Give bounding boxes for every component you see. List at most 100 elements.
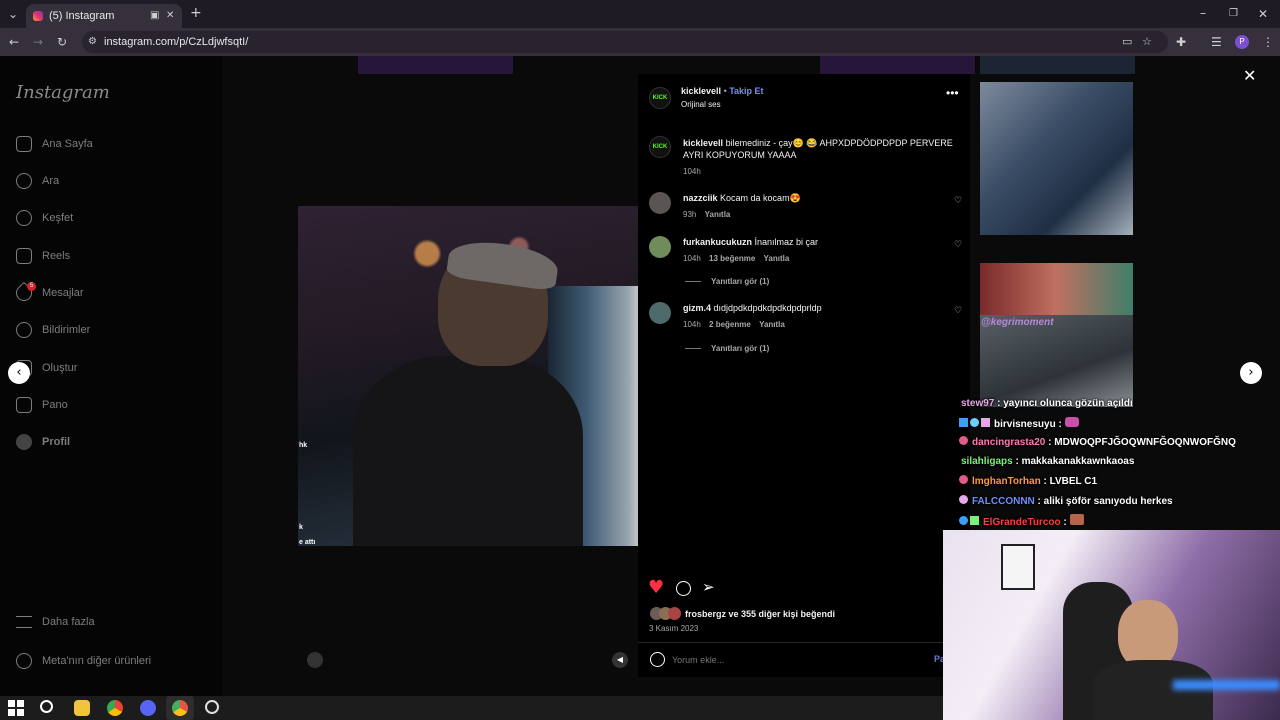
mute-icon[interactable]: ◀: [612, 652, 628, 668]
comment-text: İnanılmaz bi çar: [754, 237, 819, 247]
reading-list-icon[interactable]: ☰: [1211, 36, 1222, 48]
comment-likes[interactable]: 13 beğenme: [709, 254, 755, 263]
emoji-icon[interactable]: [650, 652, 665, 667]
search-icon: [16, 173, 32, 189]
menu-icon[interactable]: ⋮: [1262, 36, 1274, 48]
taskbar: [0, 696, 943, 720]
back-icon[interactable]: ←: [9, 36, 19, 48]
search-icon[interactable]: [40, 700, 53, 713]
sidebar-item-meta[interactable]: Meta'nın diğer ürünleri: [16, 653, 151, 669]
author-avatar[interactable]: KICK: [649, 87, 671, 109]
related-post-thumbnail[interactable]: [980, 263, 1133, 315]
sidebar-item-notifications[interactable]: Bildirimler: [16, 322, 90, 338]
discord-icon[interactable]: [140, 700, 156, 716]
sidebar-item-label: Daha fazla: [42, 616, 95, 628]
reply-button[interactable]: Yanıtla: [705, 210, 731, 219]
sidebar-item-more[interactable]: Daha fazla: [16, 616, 95, 628]
sidebar-item-dashboard[interactable]: Pano: [16, 397, 68, 413]
post-video[interactable]: hk k e attı: [298, 206, 638, 546]
profile-avatar[interactable]: P: [1235, 35, 1249, 49]
chat-badge-icon: [981, 418, 990, 427]
comment-input[interactable]: [672, 651, 922, 669]
author-avatar[interactable]: KICK: [649, 136, 671, 158]
chat-message: : yayıncı olunca gözün açıldı: [994, 398, 1133, 409]
tab-list-icon[interactable]: ⌄: [8, 8, 18, 20]
sidebar-item-label: Ara: [42, 175, 60, 187]
comment-like-icon[interactable]: ♡: [954, 196, 962, 206]
sidebar-item-reels[interactable]: Reels: [16, 248, 70, 264]
restore-icon[interactable]: ❐: [1229, 8, 1238, 20]
media-icon[interactable]: ▣: [150, 10, 159, 22]
chat-message: : MDWOQPFJĞOQWNFĞOQNWOFĞNQ: [1045, 437, 1236, 448]
minimize-icon[interactable]: –: [1200, 7, 1206, 19]
forward-icon[interactable]: →: [33, 36, 43, 48]
liked-by-avatars[interactable]: [650, 607, 682, 620]
browser-tab[interactable]: (5) Instagram ▣ ✕: [26, 4, 182, 28]
previous-post-button[interactable]: ‹: [8, 362, 30, 384]
comment-username[interactable]: gizm.4: [683, 303, 711, 313]
chat-message: :: [1055, 419, 1065, 430]
sidebar-item-explore[interactable]: Keşfet: [16, 210, 73, 226]
comment-icon[interactable]: [676, 581, 691, 596]
author-username[interactable]: kicklevell: [681, 86, 721, 96]
poster-image: [1001, 544, 1035, 590]
chat-message: : makkakanakkawnkaoas: [1012, 456, 1135, 467]
commenter-avatar[interactable]: [649, 302, 671, 324]
obs-icon[interactable]: [205, 700, 219, 714]
person-image: [353, 356, 583, 546]
commenter-avatar[interactable]: [649, 192, 671, 214]
url-text: instagram.com/p/CzLdjwfsqtI/: [104, 36, 249, 48]
grid-thumbnail: [820, 56, 975, 74]
cast-icon[interactable]: ▭: [1122, 36, 1132, 48]
tagged-users-icon[interactable]: [307, 652, 323, 668]
related-post-thumbnail[interactable]: @kegrimoment: [980, 315, 1133, 407]
caption-username[interactable]: kicklevell: [683, 138, 723, 148]
tab-close-icon[interactable]: ✕: [166, 10, 174, 22]
extensions-icon[interactable]: ✚: [1176, 36, 1186, 48]
audio-label[interactable]: Orijinal ses: [681, 100, 721, 109]
liked-by-text[interactable]: frosbergz ve 355 diğer kişi beğendi: [685, 609, 835, 619]
sidebar-item-label: Ana Sayfa: [42, 138, 93, 150]
comment-username[interactable]: nazzciik: [683, 193, 718, 203]
sidebar-item-home[interactable]: Ana Sayfa: [16, 136, 93, 152]
comment-like-icon[interactable]: ♡: [954, 306, 962, 316]
reload-icon[interactable]: ↻: [57, 36, 67, 48]
view-replies-button[interactable]: Yanıtları gör (1): [711, 277, 769, 286]
grid-thumbnail: [980, 56, 1135, 74]
sidebar-item-profile[interactable]: Profil: [16, 434, 70, 450]
more-options-icon[interactable]: •••: [946, 86, 959, 100]
sidebar-item-label: Oluştur: [42, 362, 78, 374]
comment-text: Kocam da kocam😍: [720, 193, 801, 203]
caption-time: 104h: [683, 167, 701, 176]
view-replies-button[interactable]: Yanıtları gör (1): [711, 344, 769, 353]
comment-username[interactable]: furkankucukuzn: [683, 237, 752, 247]
address-bar[interactable]: ⚙ instagram.com/p/CzLdjwfsqtI/ ▭ ☆: [82, 31, 1168, 53]
browser-toolbar: ← → ↻ ⚙ instagram.com/p/CzLdjwfsqtI/ ▭ ☆…: [0, 28, 1280, 56]
chrome-icon[interactable]: [107, 700, 123, 716]
bookmark-star-icon[interactable]: ☆: [1142, 36, 1152, 48]
follow-button[interactable]: Takip Et: [729, 86, 763, 96]
related-post-thumbnail[interactable]: [980, 82, 1133, 235]
comment-like-icon[interactable]: ♡: [954, 240, 962, 250]
windows-start-icon[interactable]: [8, 700, 24, 716]
file-explorer-icon[interactable]: [74, 700, 90, 716]
site-info-icon[interactable]: ⚙: [88, 36, 97, 48]
window-close-icon[interactable]: ✕: [1258, 8, 1268, 20]
reply-button[interactable]: Yanıtla: [764, 254, 790, 263]
replies-divider: [685, 281, 701, 282]
like-heart-icon[interactable]: ♥: [648, 577, 664, 598]
sidebar-item-search[interactable]: Ara: [16, 173, 59, 189]
post-header: kicklevell • Takip Et: [681, 86, 764, 96]
comment-time: 93h: [683, 210, 697, 219]
chat-username: ElGrandeTurcoo: [983, 517, 1061, 528]
instagram-logo[interactable]: Instagram: [16, 82, 110, 103]
next-post-button[interactable]: ›: [1240, 362, 1262, 384]
share-icon[interactable]: ➢: [702, 578, 715, 596]
stream-chat-line: FALCCONNN : aliki şöför sanıyodu herkes: [959, 495, 1173, 507]
reply-button[interactable]: Yanıtla: [759, 320, 785, 329]
commenter-avatar[interactable]: [649, 236, 671, 258]
sidebar-item-label: Reels: [42, 250, 71, 262]
close-modal-icon[interactable]: ✕: [1243, 66, 1256, 85]
new-tab-button[interactable]: +: [190, 6, 202, 20]
comment-likes[interactable]: 2 beğenme: [709, 320, 751, 329]
